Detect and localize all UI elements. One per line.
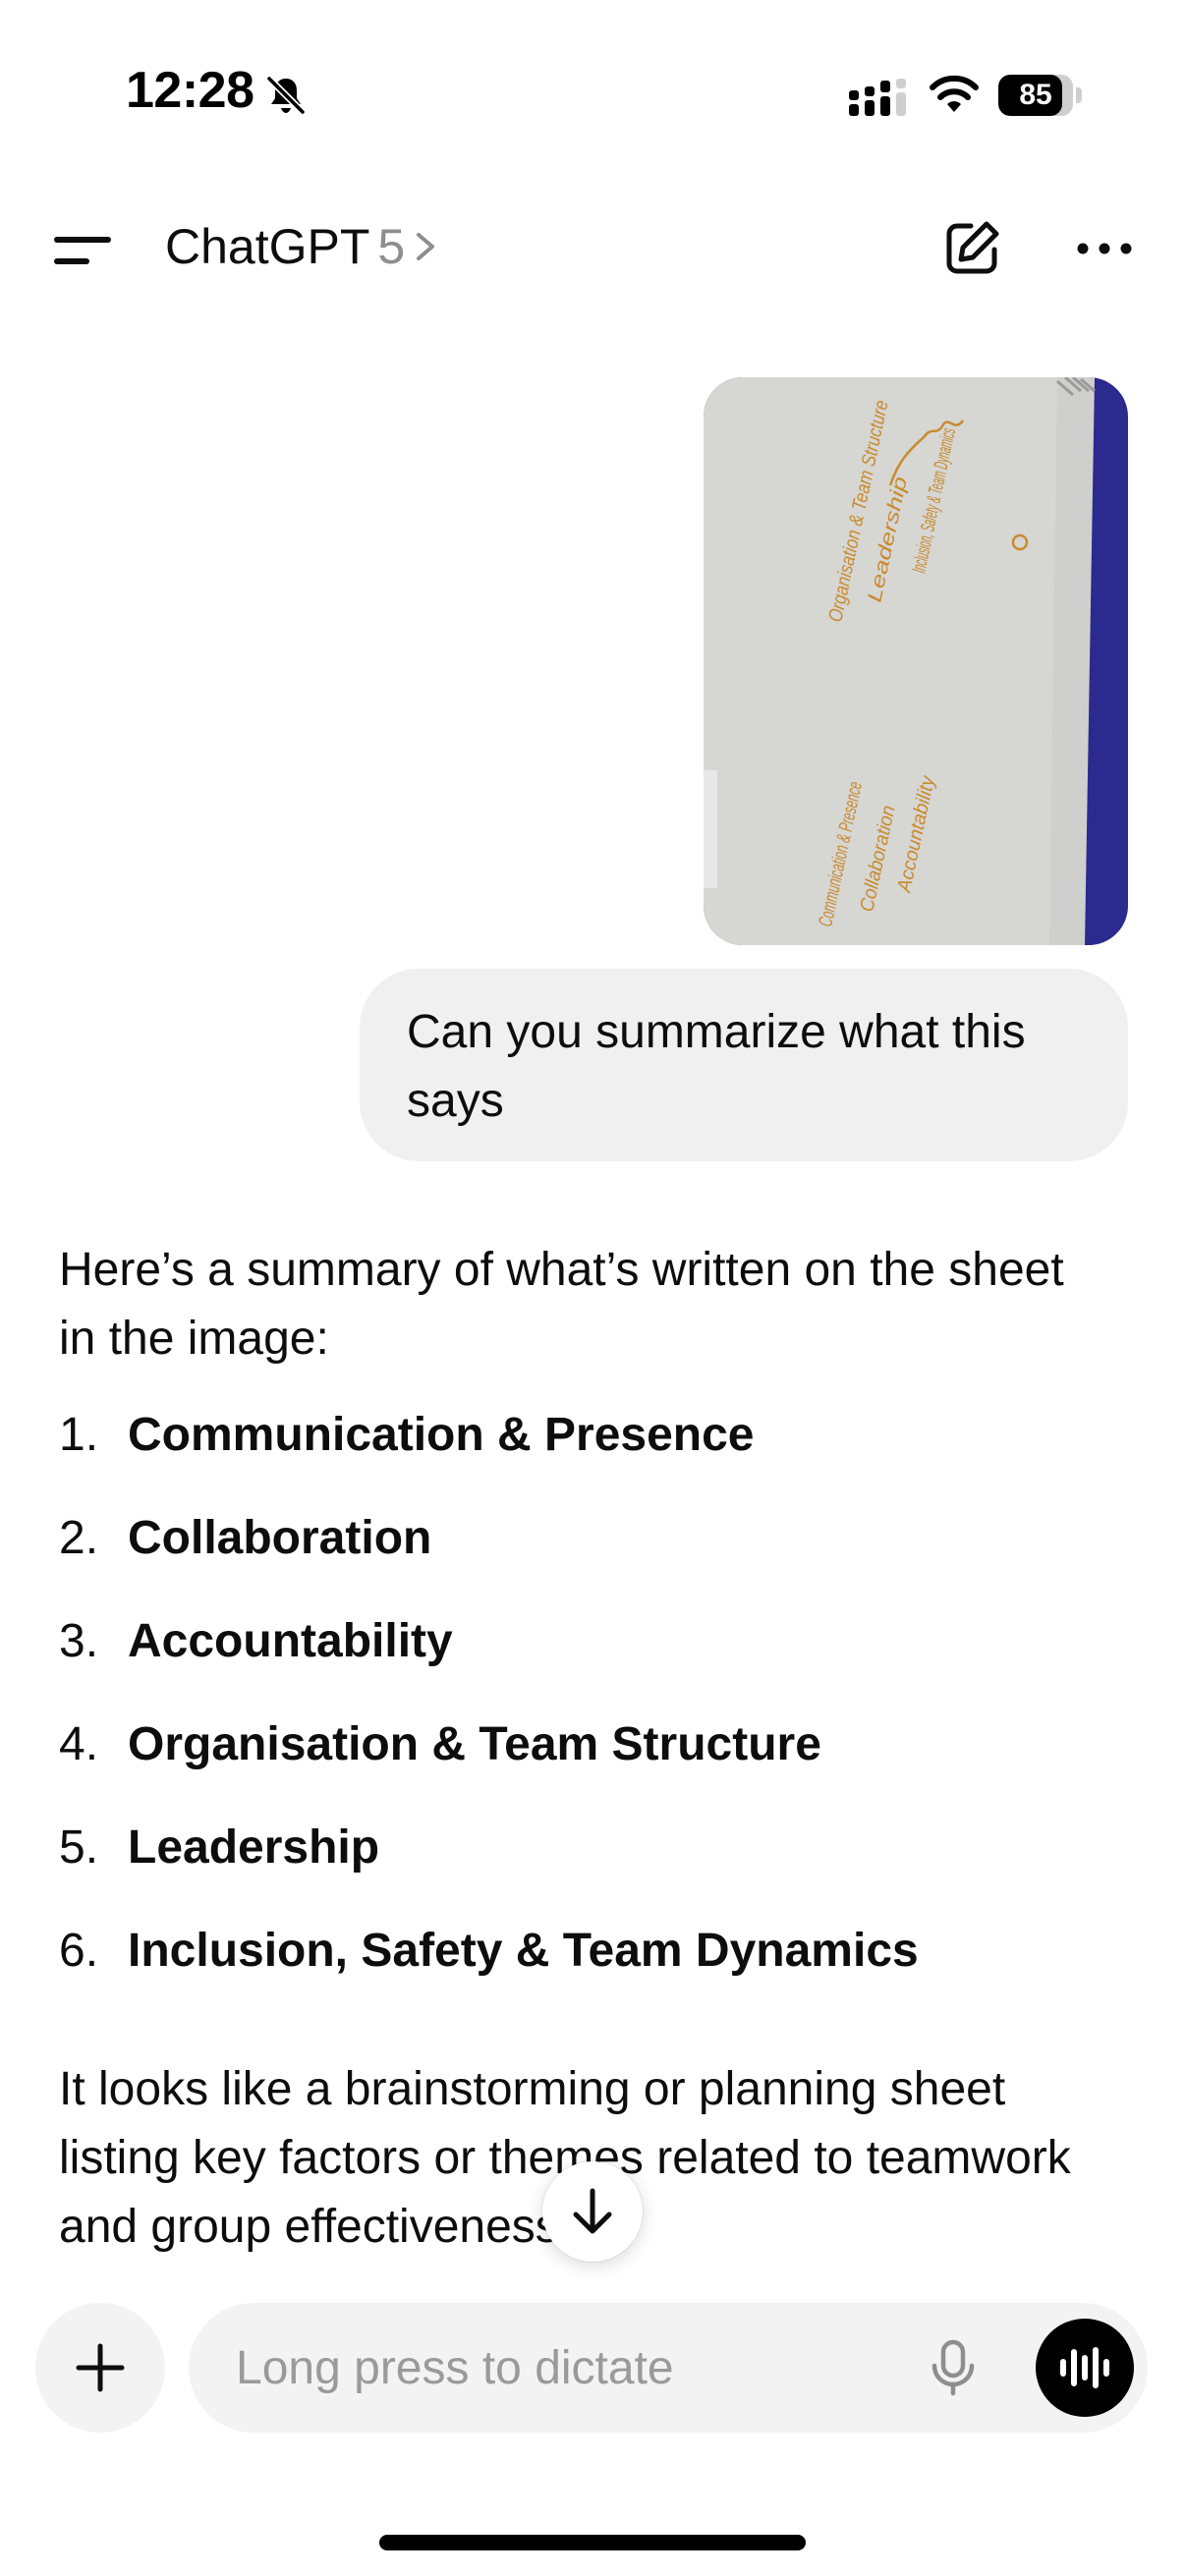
scroll-to-bottom-button[interactable]	[542, 2161, 643, 2262]
plus-icon	[76, 2343, 125, 2392]
chevron-right-icon	[417, 233, 435, 260]
list-item-text: Leadership	[128, 1821, 380, 1874]
more-icon[interactable]	[1073, 232, 1136, 265]
home-indicator[interactable]	[379, 2535, 806, 2550]
list-item: 5. Leadership	[59, 1816, 1120, 1919]
list-item: 4. Organisation & Team Structure	[59, 1712, 1120, 1816]
battery-icon: 85	[998, 75, 1083, 116]
user-attached-image[interactable]: Organisation & Team Structure Leadership…	[704, 377, 1128, 945]
cellular-signal-icon	[849, 79, 906, 116]
new-chat-icon[interactable]	[941, 218, 1002, 279]
list-item-number: 1.	[59, 1409, 99, 1461]
list-item-number: 6.	[59, 1925, 99, 1977]
voice-mode-icon	[1060, 2347, 1109, 2388]
voice-mode-button[interactable]	[1036, 2319, 1134, 2417]
list-item-text: Communication & Presence	[128, 1409, 755, 1461]
bell-slash-icon	[266, 76, 306, 115]
battery-level: 85	[1019, 79, 1052, 111]
list-item-text: Inclusion, Safety & Team Dynamics	[128, 1925, 919, 1977]
list-item-number: 2.	[59, 1512, 99, 1564]
list-item-number: 5.	[59, 1821, 99, 1874]
page-title: ChatGPT	[165, 219, 370, 274]
wifi-icon	[930, 75, 979, 112]
user-message-bubble: Can you summarize what this says	[360, 969, 1128, 1161]
user-message-text: Can you summarize what this says	[407, 1006, 1026, 1127]
list-item-number: 4.	[59, 1718, 99, 1770]
status-time: 12:28	[126, 62, 254, 119]
message-composer	[189, 2303, 1148, 2433]
summary-list: 1. Communication & Presence 2. Collabora…	[59, 1403, 1120, 2022]
list-item-text: Organisation & Team Structure	[128, 1718, 821, 1770]
sidebar-menu-icon[interactable]	[47, 222, 116, 277]
list-item: 1. Communication & Presence	[59, 1403, 1120, 1506]
handwritten-sheet-photo: Organisation & Team Structure Leadership…	[704, 377, 1128, 945]
list-item-text: Accountability	[128, 1615, 453, 1667]
list-item: 2. Collaboration	[59, 1506, 1120, 1609]
model-version: 5	[377, 219, 406, 274]
list-item: 3. Accountability	[59, 1609, 1120, 1712]
assistant-intro-text: Here’s a summary of what’s written on th…	[59, 1244, 1064, 1365]
add-attachment-button[interactable]	[35, 2303, 165, 2433]
chat-screen: 12:28 85 ChatGPT 5 Organisation & Team S…	[0, 0, 1185, 2576]
list-item: 6. Inclusion, Safety & Team Dynamics	[59, 1919, 1120, 2022]
model-selector[interactable]: ChatGPT 5	[165, 218, 440, 275]
microphone-icon[interactable]	[922, 2336, 985, 2399]
list-item-number: 3.	[59, 1615, 99, 1667]
list-item-text: Collaboration	[128, 1512, 432, 1564]
arrow-down-icon	[573, 2188, 612, 2234]
message-input[interactable]	[236, 2303, 865, 2433]
